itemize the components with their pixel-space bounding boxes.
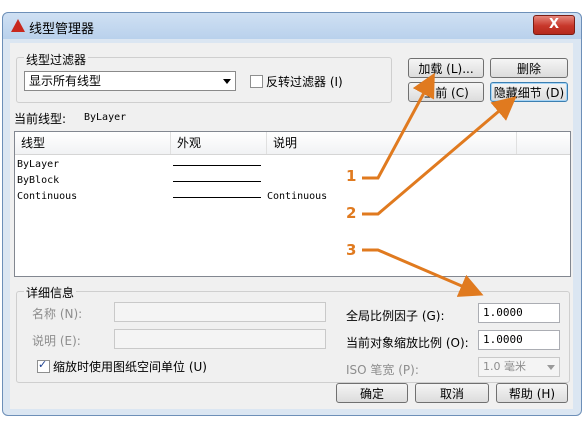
- global-scale-field[interactable]: 1.0000: [478, 303, 560, 323]
- chevron-down-icon: [547, 365, 555, 370]
- load-button[interactable]: 加载 (L)...: [408, 58, 484, 78]
- pen-width-value: 1.0 毫米: [483, 360, 526, 373]
- column-header-linetype[interactable]: 线型: [15, 132, 171, 154]
- delete-button[interactable]: 删除: [490, 58, 568, 78]
- dialog-body: 线型过滤器 显示所有线型 反转过滤器 (I) 加载 (L)... 删除 当前 (…: [10, 43, 573, 409]
- paper-space-units-label: 缩放时使用图纸空间单位 (U): [53, 360, 207, 374]
- annotation-number-1: 1: [346, 167, 357, 185]
- linetype-sample: [173, 165, 261, 166]
- annotation-number-2: 2: [346, 204, 357, 222]
- pen-width-dropdown[interactable]: 1.0 毫米: [478, 357, 560, 377]
- chevron-down-icon: [223, 79, 231, 84]
- cancel-button[interactable]: 取消: [415, 383, 489, 403]
- invert-filter-label: 反转过滤器 (I): [266, 75, 343, 89]
- linetype-manager-dialog: 线型管理器 X 线型过滤器 显示所有线型 反转过滤器 (I) 加载 (L)...…: [2, 12, 582, 416]
- details-group-label: 详细信息: [24, 284, 77, 301]
- object-scale-label: 当前对象缩放比例 (O):: [346, 336, 469, 350]
- pen-width-label: ISO 笔宽 (P):: [346, 363, 419, 377]
- column-header-appearance[interactable]: 外观: [171, 132, 267, 154]
- list-header: 线型 外观 说明: [15, 132, 570, 155]
- autocad-icon: [11, 19, 25, 32]
- object-scale-field[interactable]: 1.0000: [478, 330, 560, 350]
- invert-filter-checkbox[interactable]: [250, 75, 263, 88]
- global-scale-label: 全局比例因子 (G):: [346, 309, 445, 323]
- table-row[interactable]: ByBlock: [15, 173, 570, 189]
- close-button[interactable]: X: [533, 15, 575, 35]
- linetype-name: ByBlock: [17, 175, 60, 186]
- current-linetype-value: ByLayer: [84, 112, 127, 123]
- annotation-number-3: 3: [346, 241, 357, 259]
- column-header-description[interactable]: 说明: [267, 132, 517, 154]
- name-label: 名称 (N):: [32, 307, 83, 321]
- title-bar[interactable]: 线型管理器 X: [3, 13, 581, 39]
- linetype-name: Continuous: [17, 191, 78, 202]
- help-button[interactable]: 帮助 (H): [496, 383, 568, 403]
- name-field[interactable]: [114, 302, 326, 322]
- description-label: 说明 (E):: [32, 334, 81, 348]
- linetype-sample: [173, 197, 261, 198]
- paper-space-units-checkbox[interactable]: [37, 358, 50, 373]
- filter-selected-value: 显示所有线型: [29, 74, 102, 88]
- current-linetype-label: 当前线型:: [14, 112, 67, 126]
- linetype-sample: [173, 181, 261, 182]
- filter-dropdown[interactable]: 显示所有线型: [24, 71, 236, 91]
- description-field[interactable]: [114, 329, 326, 349]
- table-row[interactable]: ByLayer: [15, 157, 570, 173]
- linetype-list[interactable]: 线型 外观 说明 ByLayer ByBlock Continuous Cont…: [14, 131, 571, 277]
- filter-group-label: 线型过滤器: [24, 51, 89, 68]
- linetype-description: Continuous: [267, 191, 328, 202]
- dialog-title: 线型管理器: [29, 22, 95, 37]
- linetype-name: ByLayer: [17, 159, 60, 170]
- table-row[interactable]: Continuous Continuous: [15, 189, 570, 205]
- hide-details-button[interactable]: 隐藏细节 (D): [490, 82, 568, 102]
- ok-button[interactable]: 确定: [336, 383, 408, 403]
- current-button[interactable]: 当前 (C): [408, 82, 484, 102]
